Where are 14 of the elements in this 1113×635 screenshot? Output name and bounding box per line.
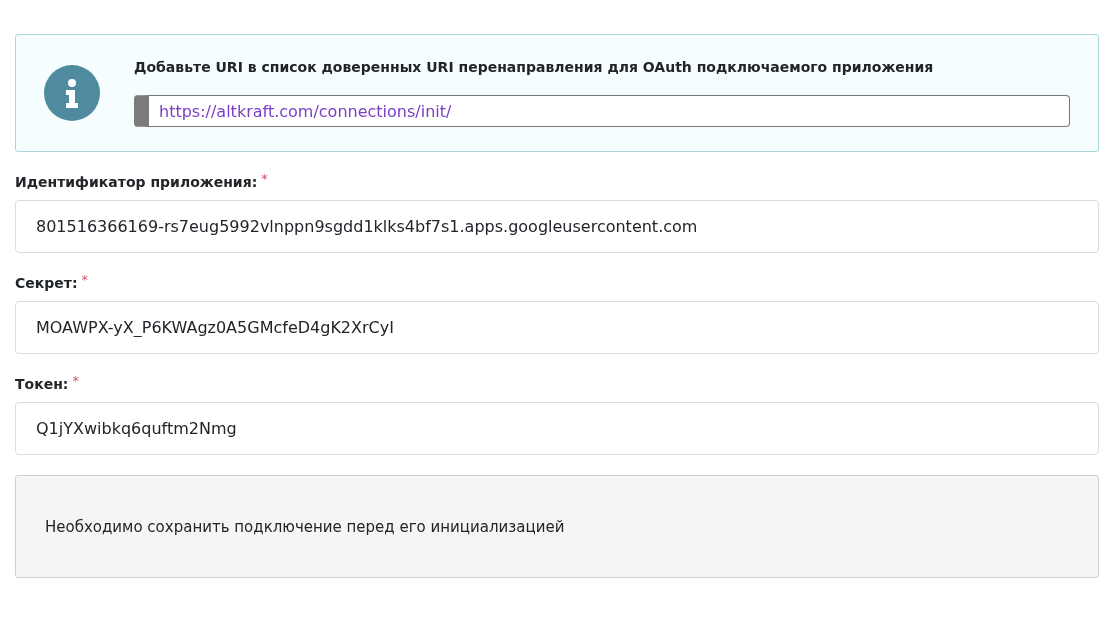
notice-message: Необходимо сохранить подключение перед его инициализацией bbox=[15, 475, 1099, 578]
field-label: Токен: bbox=[15, 376, 69, 392]
required-mark: * bbox=[81, 275, 88, 285]
field-label: Идентификатор приложения: bbox=[15, 174, 258, 190]
text-field[interactable]: 801516366169-rs7eug5992vlnppn9sgdd1klks4bf7s1.apps.googleusercontent.com bbox=[15, 200, 1099, 253]
text-field[interactable]: MOAWPX-yX_P6KWAgz0A5GMcfeD4gK2XrCyI bbox=[15, 301, 1099, 354]
info-message: Добавьте URI в список доверенных URI перенаправления для OAuth подключаемого приложения bbox=[134, 59, 935, 75]
uri-field[interactable]: https://altkraft.com/connections/init/ bbox=[134, 95, 1070, 127]
field-label: Секрет: bbox=[15, 275, 78, 291]
required-mark: * bbox=[72, 376, 79, 386]
uri-link[interactable]: https://altkraft.com/connections/init/ bbox=[159, 101, 452, 121]
text-field[interactable]: Q1jYXwibkq6quftm2Nmg bbox=[15, 402, 1099, 455]
info-icon bbox=[44, 65, 100, 121]
required-mark: * bbox=[261, 174, 268, 184]
